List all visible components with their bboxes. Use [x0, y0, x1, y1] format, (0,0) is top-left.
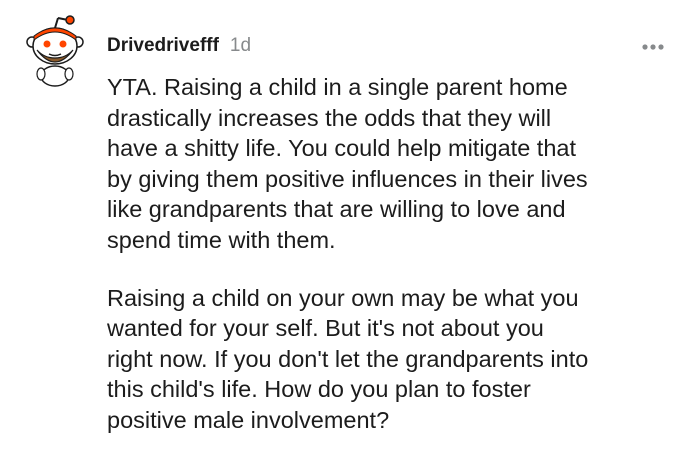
comment-author[interactable]: Drivedrivefff [107, 35, 219, 57]
user-avatar[interactable] [22, 14, 88, 88]
comment-paragraph: YTA. Raising a child in a single parent … [107, 74, 588, 253]
snoo-avatar-icon [26, 15, 84, 87]
comment-paragraph: Raising a child on your own may be what … [107, 284, 589, 433]
comment: Drivedrivefff 1d YTA. Raising a child in… [0, 0, 700, 467]
ellipsis-icon [642, 44, 664, 50]
comment-header: Drivedrivefff 1d [107, 33, 251, 59]
more-options-button[interactable] [636, 36, 670, 58]
comment-body: YTA. Raising a child in a single parent … [107, 72, 687, 436]
comment-age: 1d [229, 35, 252, 56]
